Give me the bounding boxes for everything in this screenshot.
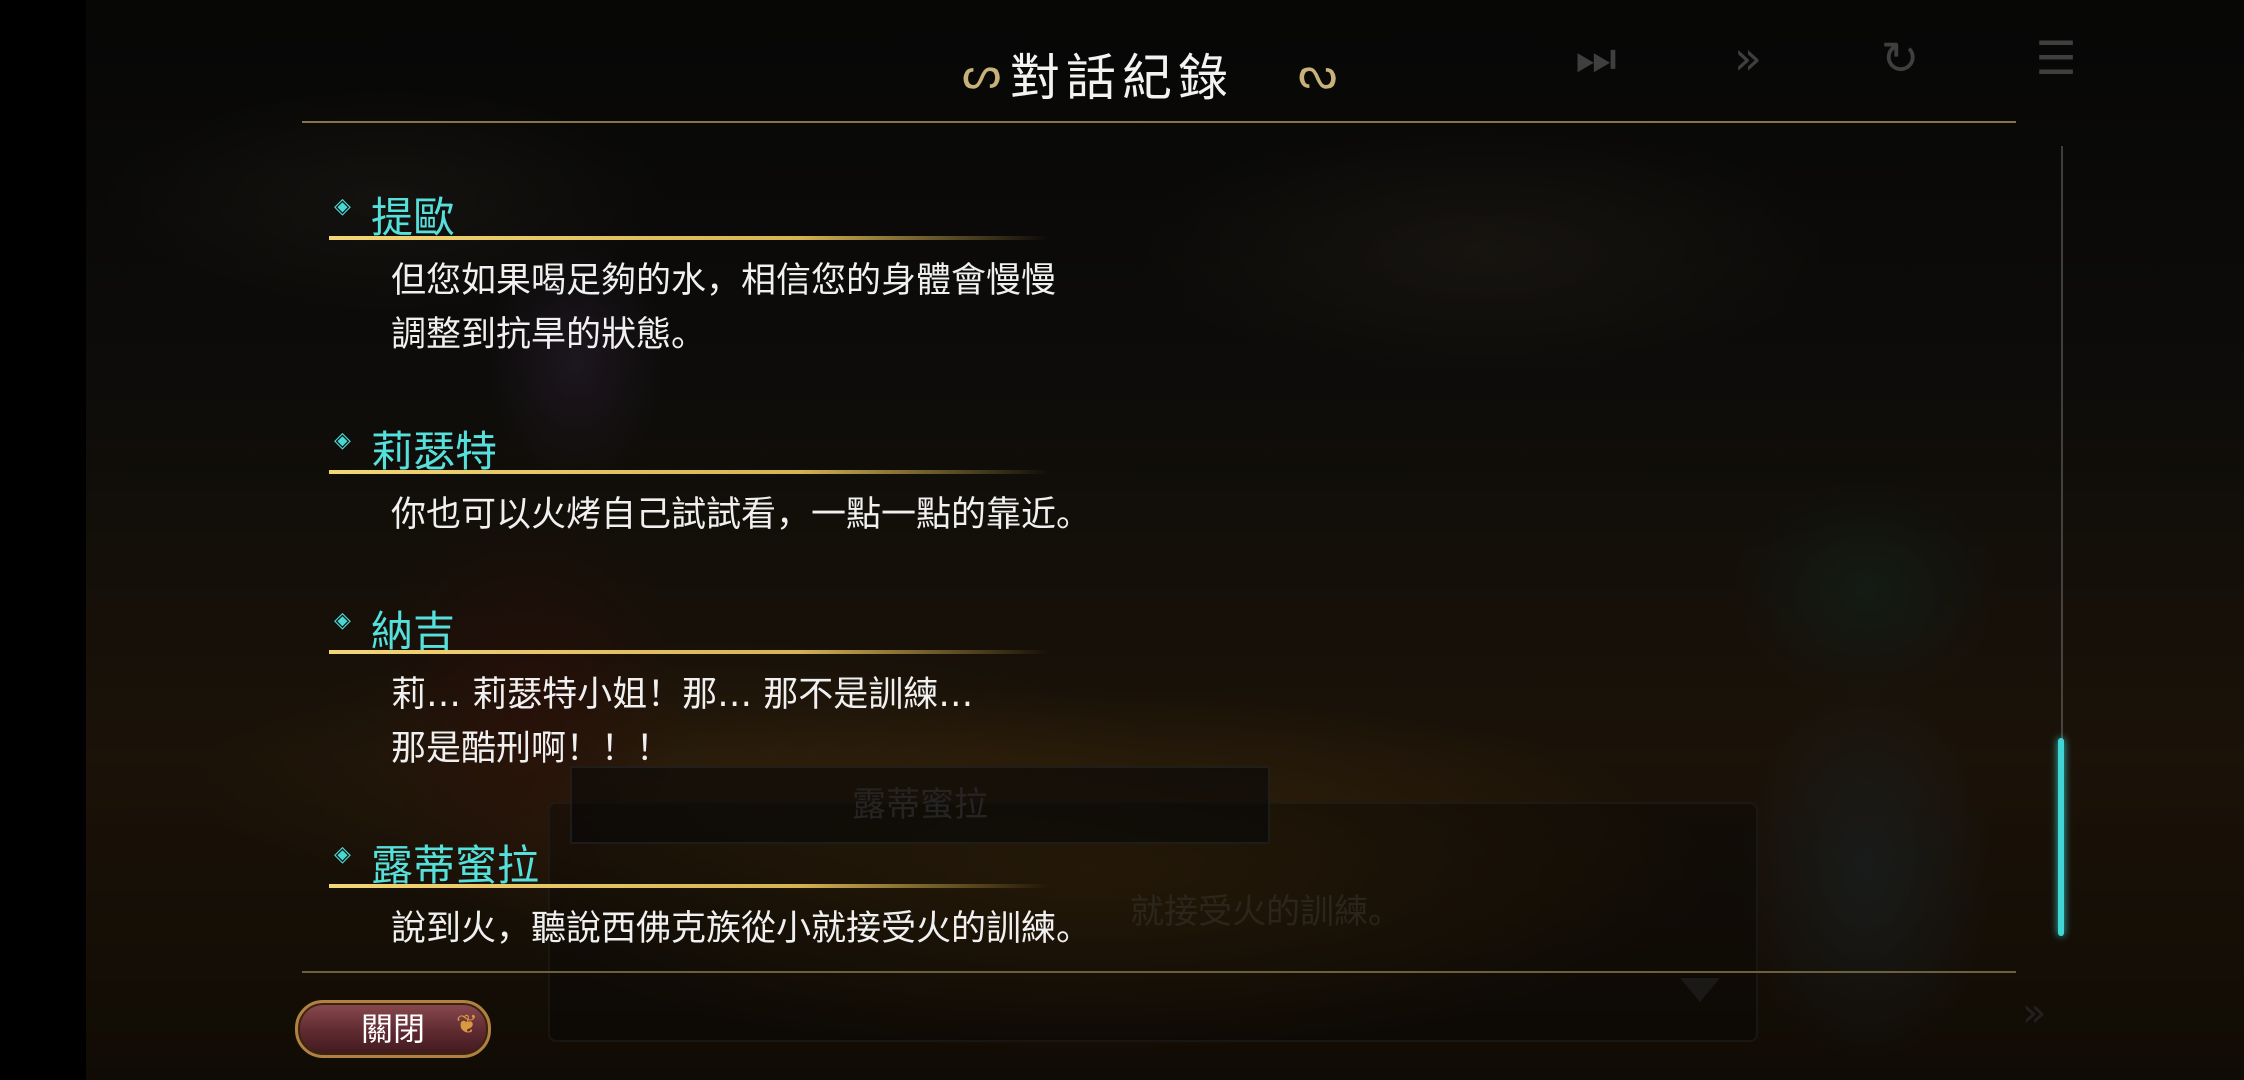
scrollbar-thumb[interactable] <box>2058 738 2064 936</box>
dialogue-text: 說到火，聽說西佛克族從小就接受火的訓練。 <box>391 909 1092 949</box>
footer-divider <box>302 971 2016 973</box>
speaker-underline <box>329 650 1049 654</box>
dialogue-log-list[interactable]: ◈ 提歐 但您如果喝足夠的水，相信您的身體會慢慢 調整到抗旱的狀態。 ◈ 莉瑟特… <box>326 180 1726 956</box>
log-entry: ◈ 露蒂蜜拉 說到火，聽說西佛克族從小就接受火的訓練。 <box>326 828 1726 956</box>
speaker-underline <box>329 884 1049 888</box>
speaker-underline <box>329 236 1049 240</box>
dialogue-text: 你也可以火烤自己試試看，一點一點的靠近。 <box>391 495 1092 535</box>
dialogue-text: 莉… 莉瑟特小姐！那… 那不是訓練… 那是酷刑啊！！！ <box>391 675 974 769</box>
diamond-bullet-icon: ◈ <box>334 194 351 219</box>
page-title: 對話紀錄 <box>1010 49 1234 107</box>
log-entry: ◈ 納吉 莉… 莉瑟特小姐！那… 那不是訓練… 那是酷刑啊！！！ <box>326 594 1726 776</box>
header-divider <box>302 121 2016 123</box>
diamond-bullet-icon: ◈ <box>334 842 351 867</box>
diamond-bullet-icon: ◈ <box>334 608 351 633</box>
log-entry: ◈ 提歐 但您如果喝足夠的水，相信您的身體會慢慢 調整到抗旱的狀態。 <box>326 180 1726 362</box>
right-flourish-icon: ❦ <box>456 1010 478 1040</box>
diamond-bullet-icon: ◈ <box>334 428 351 453</box>
title-right-ornament-icon: ᔓ <box>1298 48 1338 99</box>
log-entry: ◈ 莉瑟特 你也可以火烤自己試試看，一點一點的靠近。 <box>326 414 1726 542</box>
dialogue-text: 但您如果喝足夠的水，相信您的身體會慢慢 調整到抗旱的狀態。 <box>391 261 1057 355</box>
speaker-underline <box>329 470 1049 474</box>
